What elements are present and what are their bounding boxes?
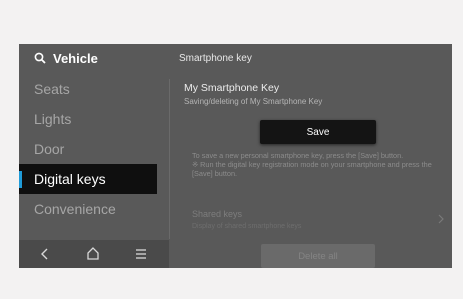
menu-item-label: Seats (34, 81, 70, 97)
menu-item-digital-keys[interactable]: Digital keys (19, 164, 157, 194)
menu-title: Vehicle (53, 51, 98, 66)
menu-item-lights[interactable]: Lights (19, 104, 169, 134)
menu-button[interactable] (129, 243, 153, 265)
bottom-nav-bar (19, 240, 169, 268)
vehicle-settings-screen: Vehicle Seats Lights Door Digital keys C… (19, 44, 452, 268)
info-line-1: To save a new personal smartphone key, p… (192, 151, 404, 160)
menu-item-door[interactable]: Door (19, 134, 169, 164)
pane-title: Smartphone key (179, 53, 252, 64)
menu-item-label: Convenience (34, 201, 116, 217)
pane-divider (169, 79, 170, 239)
shared-keys-title[interactable]: Shared keys (192, 209, 242, 219)
save-button[interactable]: Save (260, 120, 376, 144)
info-line-2: ※ Run the digital key registration mode … (192, 160, 432, 178)
delete-all-button[interactable]: Delete all (261, 244, 375, 268)
section-subtitle: Saving/deleting of My Smartphone Key (184, 97, 323, 106)
menu-icon (136, 249, 146, 259)
menu-item-label: Door (34, 141, 65, 157)
search-icon[interactable] (34, 52, 46, 64)
back-icon (41, 248, 48, 260)
menu-item-label: Digital keys (34, 171, 106, 187)
active-indicator (19, 171, 22, 188)
back-button[interactable] (33, 243, 57, 265)
chevron-right-icon[interactable] (437, 214, 445, 224)
menu-item-label: Lights (34, 111, 72, 127)
menu-header: Vehicle (19, 44, 169, 74)
section-title: My Smartphone Key (184, 82, 280, 94)
home-icon (87, 247, 99, 260)
home-button[interactable] (81, 243, 105, 265)
menu-item-seats[interactable]: Seats (19, 74, 169, 104)
shared-keys-subtitle: Display of shared smartphone keys (192, 223, 302, 230)
info-text: To save a new personal smartphone key, p… (192, 151, 444, 178)
menu-item-convenience[interactable]: Convenience (19, 194, 169, 224)
